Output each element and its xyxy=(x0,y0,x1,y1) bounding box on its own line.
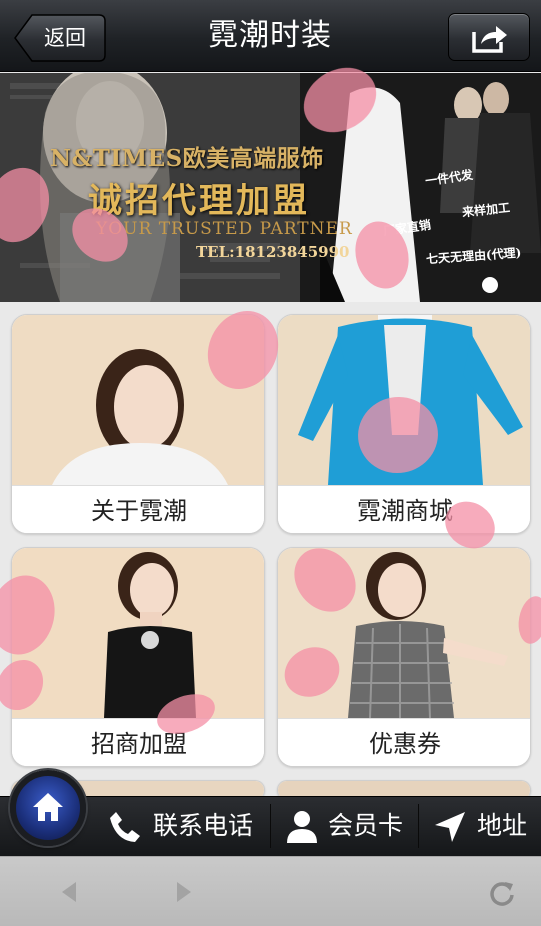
nav-phone-label: 联系电话 xyxy=(153,811,254,840)
home-icon xyxy=(33,793,63,821)
browser-back-icon xyxy=(62,882,76,902)
tile-label: 优惠券 xyxy=(278,718,530,766)
tile-label: 关于霓潮 xyxy=(12,485,264,533)
user-icon xyxy=(287,811,317,843)
banner-slogan: 诚招代理加盟 xyxy=(88,181,310,221)
browser-back-button[interactable] xyxy=(40,857,100,926)
browser-forward-button[interactable] xyxy=(155,857,215,926)
tile-franchise[interactable]: 招商加盟 xyxy=(11,547,265,767)
browser-forward-icon xyxy=(177,882,191,902)
nav-divider xyxy=(418,804,419,848)
page-title: 霓潮时装 xyxy=(208,18,332,53)
nav-address-label: 地址 xyxy=(477,811,528,840)
phone-icon xyxy=(110,812,140,842)
nav-divider xyxy=(270,804,271,848)
tile-photo xyxy=(12,315,264,485)
banner-phone: TEL:18123845990 xyxy=(196,243,350,261)
home-button[interactable] xyxy=(10,770,86,846)
refresh-button[interactable] xyxy=(472,857,532,926)
tile-photo xyxy=(278,548,530,718)
promo-banner[interactable]: N&TIMES欧美高端服饰 诚招代理加盟 YOUR TRUSTED PARTNE… xyxy=(0,73,541,302)
tile-label: 招商加盟 xyxy=(12,718,264,766)
back-button[interactable]: 返回 xyxy=(14,14,106,62)
nav-phone[interactable]: 联系电话 xyxy=(108,796,268,856)
nav-member-card-label: 会员卡 xyxy=(328,811,404,840)
tile-coupon[interactable]: 优惠券 xyxy=(277,547,531,767)
nav-address[interactable]: 地址 xyxy=(433,796,533,856)
tile-about[interactable]: 关于霓潮 xyxy=(11,314,265,534)
browser-toolbar xyxy=(0,856,541,926)
refresh-icon xyxy=(490,882,514,906)
banner-tagline: YOUR TRUSTED PARTNER xyxy=(96,219,353,239)
tile-label: 霓潮商城 xyxy=(278,485,530,533)
banner-brand-line: N&TIMES欧美高端服饰 xyxy=(50,145,324,172)
tile-photo xyxy=(12,548,264,718)
back-button-label: 返回 xyxy=(44,26,86,50)
nav-member-card[interactable]: 会员卡 xyxy=(286,796,411,856)
tile-photo xyxy=(278,315,530,485)
slide-indicator-dot[interactable] xyxy=(482,277,498,293)
location-arrow-icon xyxy=(435,812,465,842)
tile-mall[interactable]: 霓潮商城 xyxy=(277,314,531,534)
share-icon xyxy=(472,26,507,53)
app-header: 返回 霓潮时装 xyxy=(0,0,541,72)
share-button[interactable] xyxy=(448,13,530,61)
